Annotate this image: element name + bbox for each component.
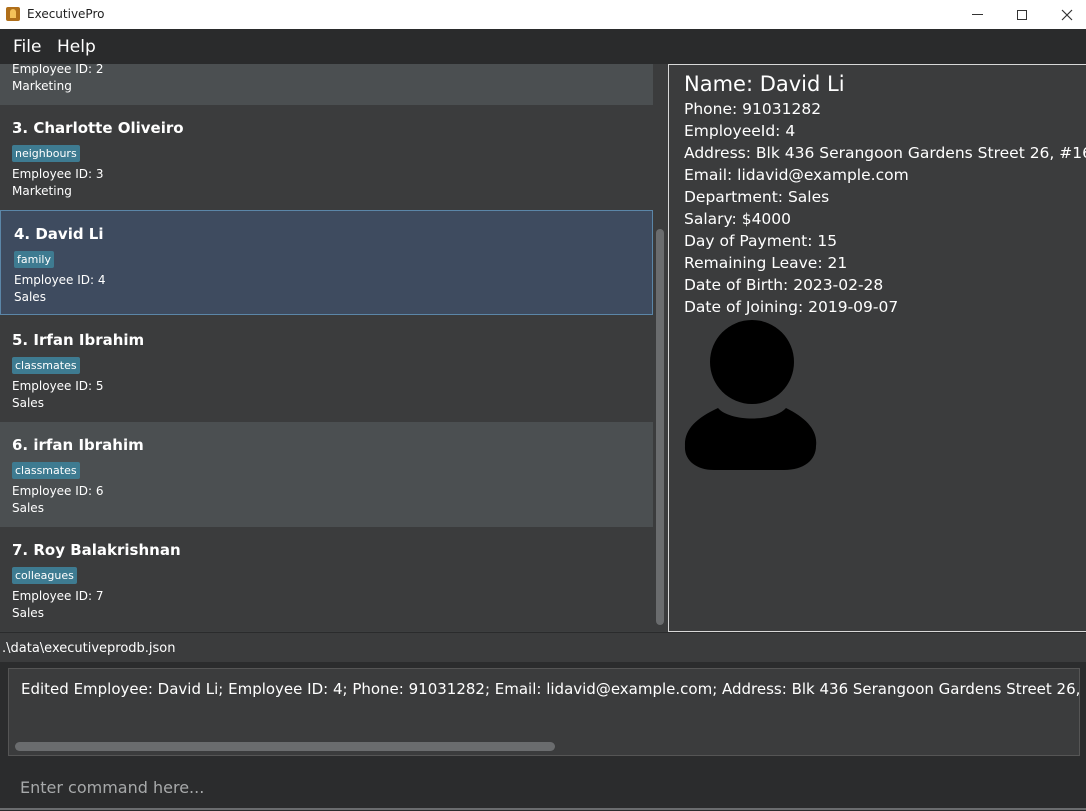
employee-name: 5. Irfan Ibrahim [12,331,145,349]
menu-bar: File Help [0,29,1086,64]
employee-tag: classmates [12,357,80,374]
employee-tag: family [14,251,54,268]
list-scrollbar[interactable] [653,64,668,631]
result-display[interactable]: Edited Employee: David Li; Employee ID: … [8,668,1080,756]
detail-phone: Phone: 91031282 [684,100,822,118]
employee-id: Employee ID: 4 [14,273,106,287]
employee-department: Marketing [12,184,72,198]
close-icon [1061,9,1073,20]
detail-remaining-leave: Remaining Leave: 21 [684,254,848,272]
detail-day-of-payment: Day of Payment: 15 [684,232,838,250]
menu-help[interactable]: Help [57,37,96,57]
employee-id: Employee ID: 5 [12,379,104,393]
command-underline [0,808,1086,810]
employee-department: Sales [12,606,44,620]
detail-date-of-joining: Date of Joining: 2019-09-07 [684,298,899,316]
data-file-path: .\data\executiveprodb.json [2,641,176,656]
maximize-icon [1017,9,1027,20]
title-bar: ExecutivePro [0,0,1086,29]
maximize-button[interactable] [999,0,1045,29]
result-message: Edited Employee: David Li; Employee ID: … [21,680,1080,698]
employee-card[interactable]: 3. Charlotte Oliveiro neighbours Employe… [0,105,653,210]
detail-date-of-birth: Date of Birth: 2023-02-28 [684,276,884,294]
employee-id: Employee ID: 7 [12,589,104,603]
employee-card[interactable]: Employee ID: 2 Marketing [0,64,653,105]
employee-name: 4. David Li [14,225,104,243]
minimize-icon [971,14,983,15]
employee-list[interactable]: Employee ID: 2 Marketing 3. Charlotte Ol… [0,64,653,631]
employee-detail-panel: Name: David Li Phone: 91031282 EmployeeI… [668,64,1086,632]
command-input[interactable] [8,768,1086,806]
employee-tag: neighbours [12,145,80,162]
result-horizontal-scrollbar-thumb[interactable] [15,742,555,751]
window-title: ExecutivePro [27,7,105,21]
list-scrollbar-thumb[interactable] [656,229,664,625]
detail-salary: Salary: $4000 [684,210,792,228]
menu-file[interactable]: File [13,37,41,57]
employee-department: Sales [14,290,46,304]
employee-card-selected[interactable]: 4. David Li family Employee ID: 4 Sales [0,210,653,315]
employee-card[interactable]: 6. irfan Ibrahim classmates Employee ID:… [0,422,653,527]
detail-employee-id: EmployeeId: 4 [684,122,796,140]
close-button[interactable] [1044,0,1086,29]
employee-name: 7. Roy Balakrishnan [12,541,181,559]
user-avatar-icon [684,320,817,470]
employee-tag: colleagues [12,567,77,584]
result-display-area: Edited Employee: David Li; Employee ID: … [0,662,1086,762]
minimize-button[interactable] [954,0,1000,29]
employee-department: Sales [12,396,44,410]
app-logo-icon [6,7,20,21]
employee-id: Employee ID: 2 [12,64,104,76]
employee-name: 6. irfan Ibrahim [12,436,144,454]
command-box [0,762,1086,811]
employee-id: Employee ID: 6 [12,484,104,498]
employee-department: Marketing [12,79,72,93]
detail-name: Name: David Li [684,72,845,96]
detail-department: Department: Sales [684,188,830,206]
employee-card[interactable]: 5. Irfan Ibrahim classmates Employee ID:… [0,317,653,422]
detail-address: Address: Blk 436 Serangoon Gardens Stree… [684,144,1086,162]
status-bar: .\data\executiveprodb.json [0,632,1086,662]
employee-department: Sales [12,501,44,515]
detail-email: Email: lidavid@example.com [684,166,909,184]
employee-name: 3. Charlotte Oliveiro [12,119,184,137]
employee-tag: classmates [12,462,80,479]
employee-card[interactable]: 7. Roy Balakrishnan colleagues Employee … [0,527,653,631]
employee-id: Employee ID: 3 [12,167,104,181]
